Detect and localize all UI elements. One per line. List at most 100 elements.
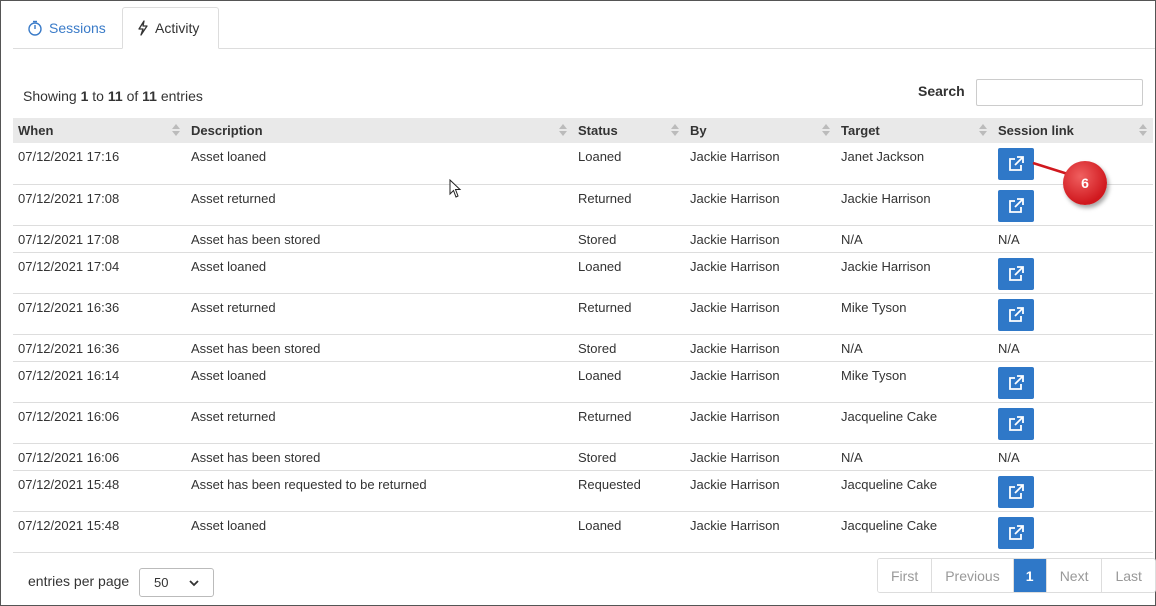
cell-description: Asset loaned (186, 143, 573, 185)
cell-by: Jackie Harrison (685, 443, 836, 471)
cell-status: Loaned (573, 361, 685, 403)
tab-sessions[interactable]: Sessions (13, 7, 120, 49)
external-link-icon (1009, 306, 1024, 322)
info-to: 11 (107, 88, 123, 104)
info-of-word: of (126, 88, 139, 104)
cell-status: Requested (573, 470, 685, 512)
table-row: 07/12/2021 15:48 Asset loaned Loaned Jackie… (13, 511, 1153, 553)
table-body: 07/12/2021 17:16 Asset loaned Loaned Jackie… (13, 143, 1153, 553)
pager-first[interactable]: First (878, 559, 933, 592)
cell-status: Loaned (573, 511, 685, 553)
cell-target: Mike Tyson (836, 293, 993, 335)
info-prefix: Showing (23, 88, 77, 104)
session-link-button[interactable] (998, 475, 1034, 508)
cell-when: 07/12/2021 16:36 (13, 334, 186, 362)
search-input[interactable] (976, 79, 1143, 106)
entries-info: Showing 1 to 11 of 11 entries (23, 88, 203, 104)
column-header-when[interactable]: When (13, 118, 186, 143)
external-link-icon (1009, 265, 1024, 281)
window-frame: Sessions Activity Showing 1 to 11 of 11 … (0, 0, 1156, 606)
cell-when: 07/12/2021 17:08 (13, 225, 186, 253)
session-link-button[interactable] (998, 407, 1034, 440)
cell-session-link (993, 402, 1153, 444)
cell-session-link (993, 511, 1153, 553)
cell-by: Jackie Harrison (685, 334, 836, 362)
cell-when: 07/12/2021 15:48 (13, 470, 186, 512)
sort-icon (559, 124, 567, 137)
session-link-button[interactable] (998, 298, 1034, 331)
cell-when: 07/12/2021 16:36 (13, 293, 186, 335)
cell-by: Jackie Harrison (685, 225, 836, 253)
sort-icon (172, 124, 180, 137)
pager-last[interactable]: Last (1102, 559, 1155, 592)
cell-target: Jacqueline Cake (836, 470, 993, 512)
sort-icon (822, 124, 830, 137)
column-header-status[interactable]: Status (573, 118, 685, 143)
cell-when: 07/12/2021 16:14 (13, 361, 186, 403)
cell-session-link (993, 293, 1153, 335)
cell-target: Jacqueline Cake (836, 511, 993, 553)
cell-by: Jackie Harrison (685, 361, 836, 403)
external-link-icon (1009, 524, 1024, 540)
pager-next[interactable]: Next (1046, 559, 1103, 592)
cell-session-link (993, 252, 1153, 294)
tab-sessions-label: Sessions (49, 20, 106, 36)
entries-per-page-value: 50 (154, 575, 169, 590)
session-link-button[interactable] (998, 148, 1034, 180)
column-label: Status (578, 123, 618, 138)
info-to-word: to (92, 88, 104, 104)
cell-target: N/A (836, 443, 993, 471)
table-row: 07/12/2021 17:16 Asset loaned Loaned Jackie… (13, 143, 1153, 185)
cell-by: Jackie Harrison (685, 184, 836, 226)
table-row: 07/12/2021 17:04 Asset loaned Loaned Jackie… (13, 252, 1153, 294)
cell-session-link (993, 470, 1153, 512)
cell-target: Janet Jackson (836, 143, 993, 185)
cell-target: Jackie Harrison (836, 252, 993, 294)
sort-icon (1139, 124, 1147, 137)
external-link-icon (1009, 374, 1024, 390)
external-link-icon (1009, 197, 1024, 213)
tab-activity[interactable]: Activity (122, 7, 219, 49)
callout-badge: 6 (1063, 161, 1107, 205)
cell-by: Jackie Harrison (685, 143, 836, 185)
table-row: 07/12/2021 16:14 Asset loaned Loaned Jackie… (13, 361, 1153, 403)
table-row: 07/12/2021 16:36 Asset returned Returned Ja… (13, 293, 1153, 335)
pagination: First Previous 1 Next Last (877, 558, 1156, 593)
external-link-icon (1009, 415, 1024, 431)
table-row: 07/12/2021 16:06 Asset returned Returned Ja… (13, 402, 1153, 444)
table-row: 07/12/2021 17:08 Asset returned Returned Ja… (13, 184, 1153, 226)
search-label: Search (918, 83, 965, 99)
table-header-row: When Description Status By Target Sessio… (13, 118, 1153, 143)
sort-icon (979, 124, 987, 137)
column-label: When (18, 123, 54, 138)
pager-previous[interactable]: Previous (932, 559, 1014, 592)
session-link-button[interactable] (998, 366, 1034, 399)
table-row: 07/12/2021 15:48 Asset has been requested… (13, 470, 1153, 512)
session-link-button[interactable] (998, 189, 1034, 222)
column-header-target[interactable]: Target (836, 118, 993, 143)
cell-target: Mike Tyson (836, 361, 993, 403)
session-link-button[interactable] (998, 257, 1034, 290)
pager-current-page[interactable]: 1 (1013, 559, 1047, 592)
lightning-icon (137, 20, 149, 36)
session-link-button[interactable] (998, 516, 1034, 549)
cell-description: Asset has been stored (186, 225, 573, 253)
column-header-description[interactable]: Description (186, 118, 573, 143)
cell-by: Jackie Harrison (685, 402, 836, 444)
mouse-cursor-icon (449, 179, 462, 198)
column-header-session-link[interactable]: Session link (993, 118, 1153, 143)
cell-description: Asset returned (186, 293, 573, 335)
cell-when: 07/12/2021 17:16 (13, 143, 186, 185)
cell-when: 07/12/2021 17:08 (13, 184, 186, 226)
cell-session-link: N/A (993, 443, 1153, 471)
column-label: By (690, 123, 707, 138)
column-header-by[interactable]: By (685, 118, 836, 143)
cell-description: Asset loaned (186, 361, 573, 403)
cell-status: Stored (573, 225, 685, 253)
entries-per-page-select[interactable]: 50 (139, 568, 214, 597)
info-suffix: entries (160, 88, 203, 104)
column-label: Session link (998, 123, 1074, 138)
cell-target: N/A (836, 334, 993, 362)
cell-when: 07/12/2021 16:06 (13, 402, 186, 444)
tab-activity-label: Activity (155, 20, 200, 36)
